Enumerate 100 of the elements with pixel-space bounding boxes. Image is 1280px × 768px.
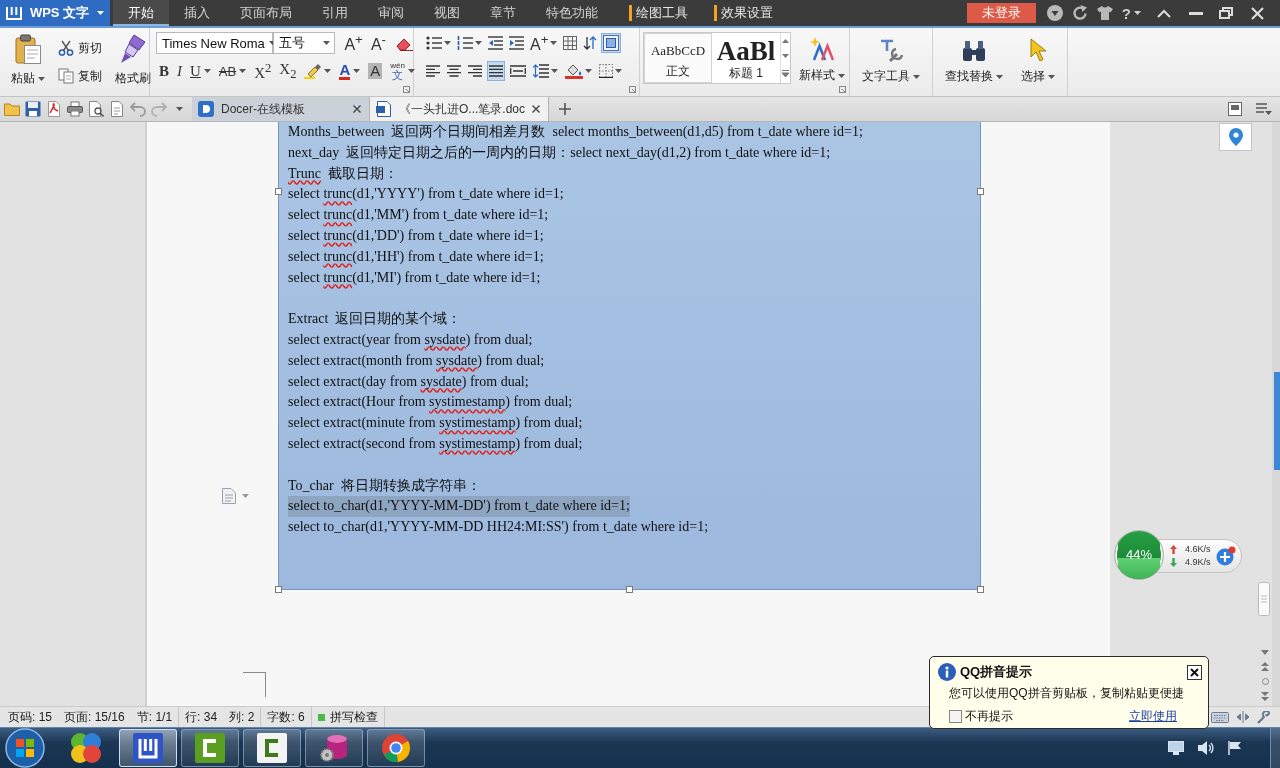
scrollbar[interactable]: [1272, 122, 1280, 706]
pinyin-guide-button[interactable]: wén 文: [387, 60, 418, 82]
table-grid-button[interactable]: [561, 33, 580, 53]
menu-tab[interactable]: 审阅: [363, 0, 419, 26]
dialog-launcher-icon[interactable]: [629, 86, 636, 93]
find-replace-button[interactable]: 查找替换: [941, 34, 1007, 87]
grow-font-button[interactable]: A$^{+}$: [341, 32, 366, 54]
border-grid-button[interactable]: [597, 61, 624, 81]
keyboard-icon[interactable]: [1211, 711, 1229, 723]
dialog-launcher-icon[interactable]: [839, 86, 846, 93]
scroll-down-icon[interactable]: [782, 54, 789, 59]
style-preset[interactable]: AaBbCcD 正文: [644, 33, 712, 83]
window-icon[interactable]: [1228, 102, 1242, 116]
copy-button[interactable]: 复制: [55, 66, 105, 86]
start-orb-icon[interactable]: [5, 728, 45, 768]
menu-tab[interactable]: 视图: [419, 0, 475, 26]
text-effect-button[interactable]: A$^{+}$: [528, 33, 560, 53]
scrollbar-thumb[interactable]: [1274, 372, 1280, 470]
close-icon[interactable]: [353, 105, 361, 113]
dialog-launcher-icon[interactable]: [403, 86, 410, 93]
menu-tab[interactable]: 插入: [169, 0, 225, 26]
font-color-button[interactable]: A: [336, 60, 364, 82]
numbered-list-button[interactable]: [455, 33, 484, 53]
cut-button[interactable]: 剪切: [55, 38, 105, 58]
close-icon[interactable]: [1187, 664, 1202, 680]
justify-button[interactable]: [487, 61, 505, 81]
text-box-frame[interactable]: [278, 122, 981, 590]
bold-button[interactable]: B: [156, 60, 172, 82]
double-up-arrow-icon[interactable]: [1261, 662, 1269, 671]
font-name-field[interactable]: Times New Roma: [156, 32, 273, 54]
menu-tab[interactable]: 效果设置: [714, 5, 787, 21]
split-arrows-icon[interactable]: [1237, 711, 1249, 723]
new-style-button[interactable]: 新样式: [795, 35, 849, 86]
handle-icon[interactable]: [275, 188, 282, 195]
shirt-icon[interactable]: [1096, 5, 1113, 21]
style-preset[interactable]: AaBl 标题 1: [712, 33, 780, 83]
paste-button[interactable]: 粘贴: [7, 32, 49, 89]
handle-icon[interactable]: [977, 586, 984, 593]
scroll-handle-icon[interactable]: [1258, 582, 1270, 616]
save-icon[interactable]: [25, 101, 41, 117]
menu-tab[interactable]: 引用: [307, 0, 363, 26]
scroll-up-icon[interactable]: [782, 38, 789, 43]
handle-icon[interactable]: [977, 188, 984, 195]
monitor-icon[interactable]: [1168, 741, 1184, 755]
double-down-arrow-icon[interactable]: [1261, 692, 1269, 701]
underline-button[interactable]: U: [187, 60, 214, 82]
line-spacing-button[interactable]: [531, 61, 560, 81]
print-preview-icon[interactable]: [88, 101, 104, 117]
triangle-down-icon[interactable]: [1261, 650, 1269, 655]
text-tools-button[interactable]: 文字工具: [858, 34, 924, 87]
close-icon[interactable]: [532, 105, 541, 113]
chevron-up-icon[interactable]: [1157, 8, 1171, 18]
more-styles-icon[interactable]: [782, 70, 789, 78]
strikethrough-button[interactable]: AB: [215, 60, 250, 82]
subscript-button[interactable]: X$_{2}$: [276, 60, 300, 82]
restore-icon[interactable]: [1219, 7, 1233, 19]
taskbar-button[interactable]: [119, 729, 177, 767]
select-button[interactable]: 选择: [1017, 34, 1059, 87]
login-button[interactable]: 未登录: [966, 3, 1036, 23]
taskbar-button[interactable]: [305, 729, 363, 767]
flag-icon[interactable]: [1228, 741, 1242, 755]
refresh-icon[interactable]: [1071, 5, 1088, 21]
superscript-button[interactable]: X$^{2}$: [251, 60, 275, 82]
help-button[interactable]: ?: [1121, 4, 1141, 22]
text-box-button[interactable]: [601, 33, 622, 53]
handle-icon[interactable]: [626, 586, 633, 593]
menu-tab[interactable]: 页面布局: [225, 0, 307, 26]
memory-ball[interactable]: 44%: [1115, 531, 1163, 579]
menu-tab[interactable]: 开始: [113, 0, 169, 26]
page-icon[interactable]: [109, 101, 125, 117]
shrink-font-button[interactable]: A$^{-}$: [367, 32, 389, 54]
taskbar-button[interactable]: [243, 729, 301, 767]
caret-icon[interactable]: [176, 107, 183, 111]
plus-icon[interactable]: [559, 103, 572, 115]
plus-badge-icon[interactable]: [1215, 546, 1236, 566]
use-now-link[interactable]: 立即使用: [1129, 708, 1177, 725]
app-menu-button[interactable]: WPS 文字: [0, 0, 110, 26]
menu-tab[interactable]: 章节: [475, 0, 531, 26]
minimize-icon[interactable]: [1189, 11, 1203, 15]
font-size-field[interactable]: 五号: [273, 32, 335, 54]
format-painter-button[interactable]: 格式刷: [111, 32, 155, 89]
tab-list-icon[interactable]: [1256, 102, 1272, 116]
menu-tab[interactable]: 特色功能: [531, 0, 613, 26]
taskbar-button[interactable]: [181, 729, 239, 767]
document-tab[interactable]: Docer-在线模板: [192, 97, 370, 121]
decrease-indent-button[interactable]: [486, 33, 505, 53]
show-desktop-button[interactable]: [1270, 728, 1280, 768]
document-tab[interactable]: 《一头扎进O...笔录.doc: [370, 97, 550, 121]
checkbox-label[interactable]: 不再提示: [965, 708, 1013, 725]
italic-button[interactable]: I: [174, 60, 185, 82]
speaker-icon[interactable]: [1198, 741, 1214, 755]
taskbar-button[interactable]: [367, 729, 425, 767]
printer-icon[interactable]: [67, 101, 83, 117]
menu-tab[interactable]: 绘图工具: [629, 5, 702, 21]
pdf-export-icon[interactable]: [46, 101, 62, 117]
handle-icon[interactable]: [275, 586, 282, 593]
location-button[interactable]: [1219, 123, 1252, 151]
checkbox[interactable]: [949, 710, 962, 723]
wrench-icon[interactable]: [1257, 710, 1270, 724]
increase-indent-button[interactable]: [507, 33, 526, 53]
